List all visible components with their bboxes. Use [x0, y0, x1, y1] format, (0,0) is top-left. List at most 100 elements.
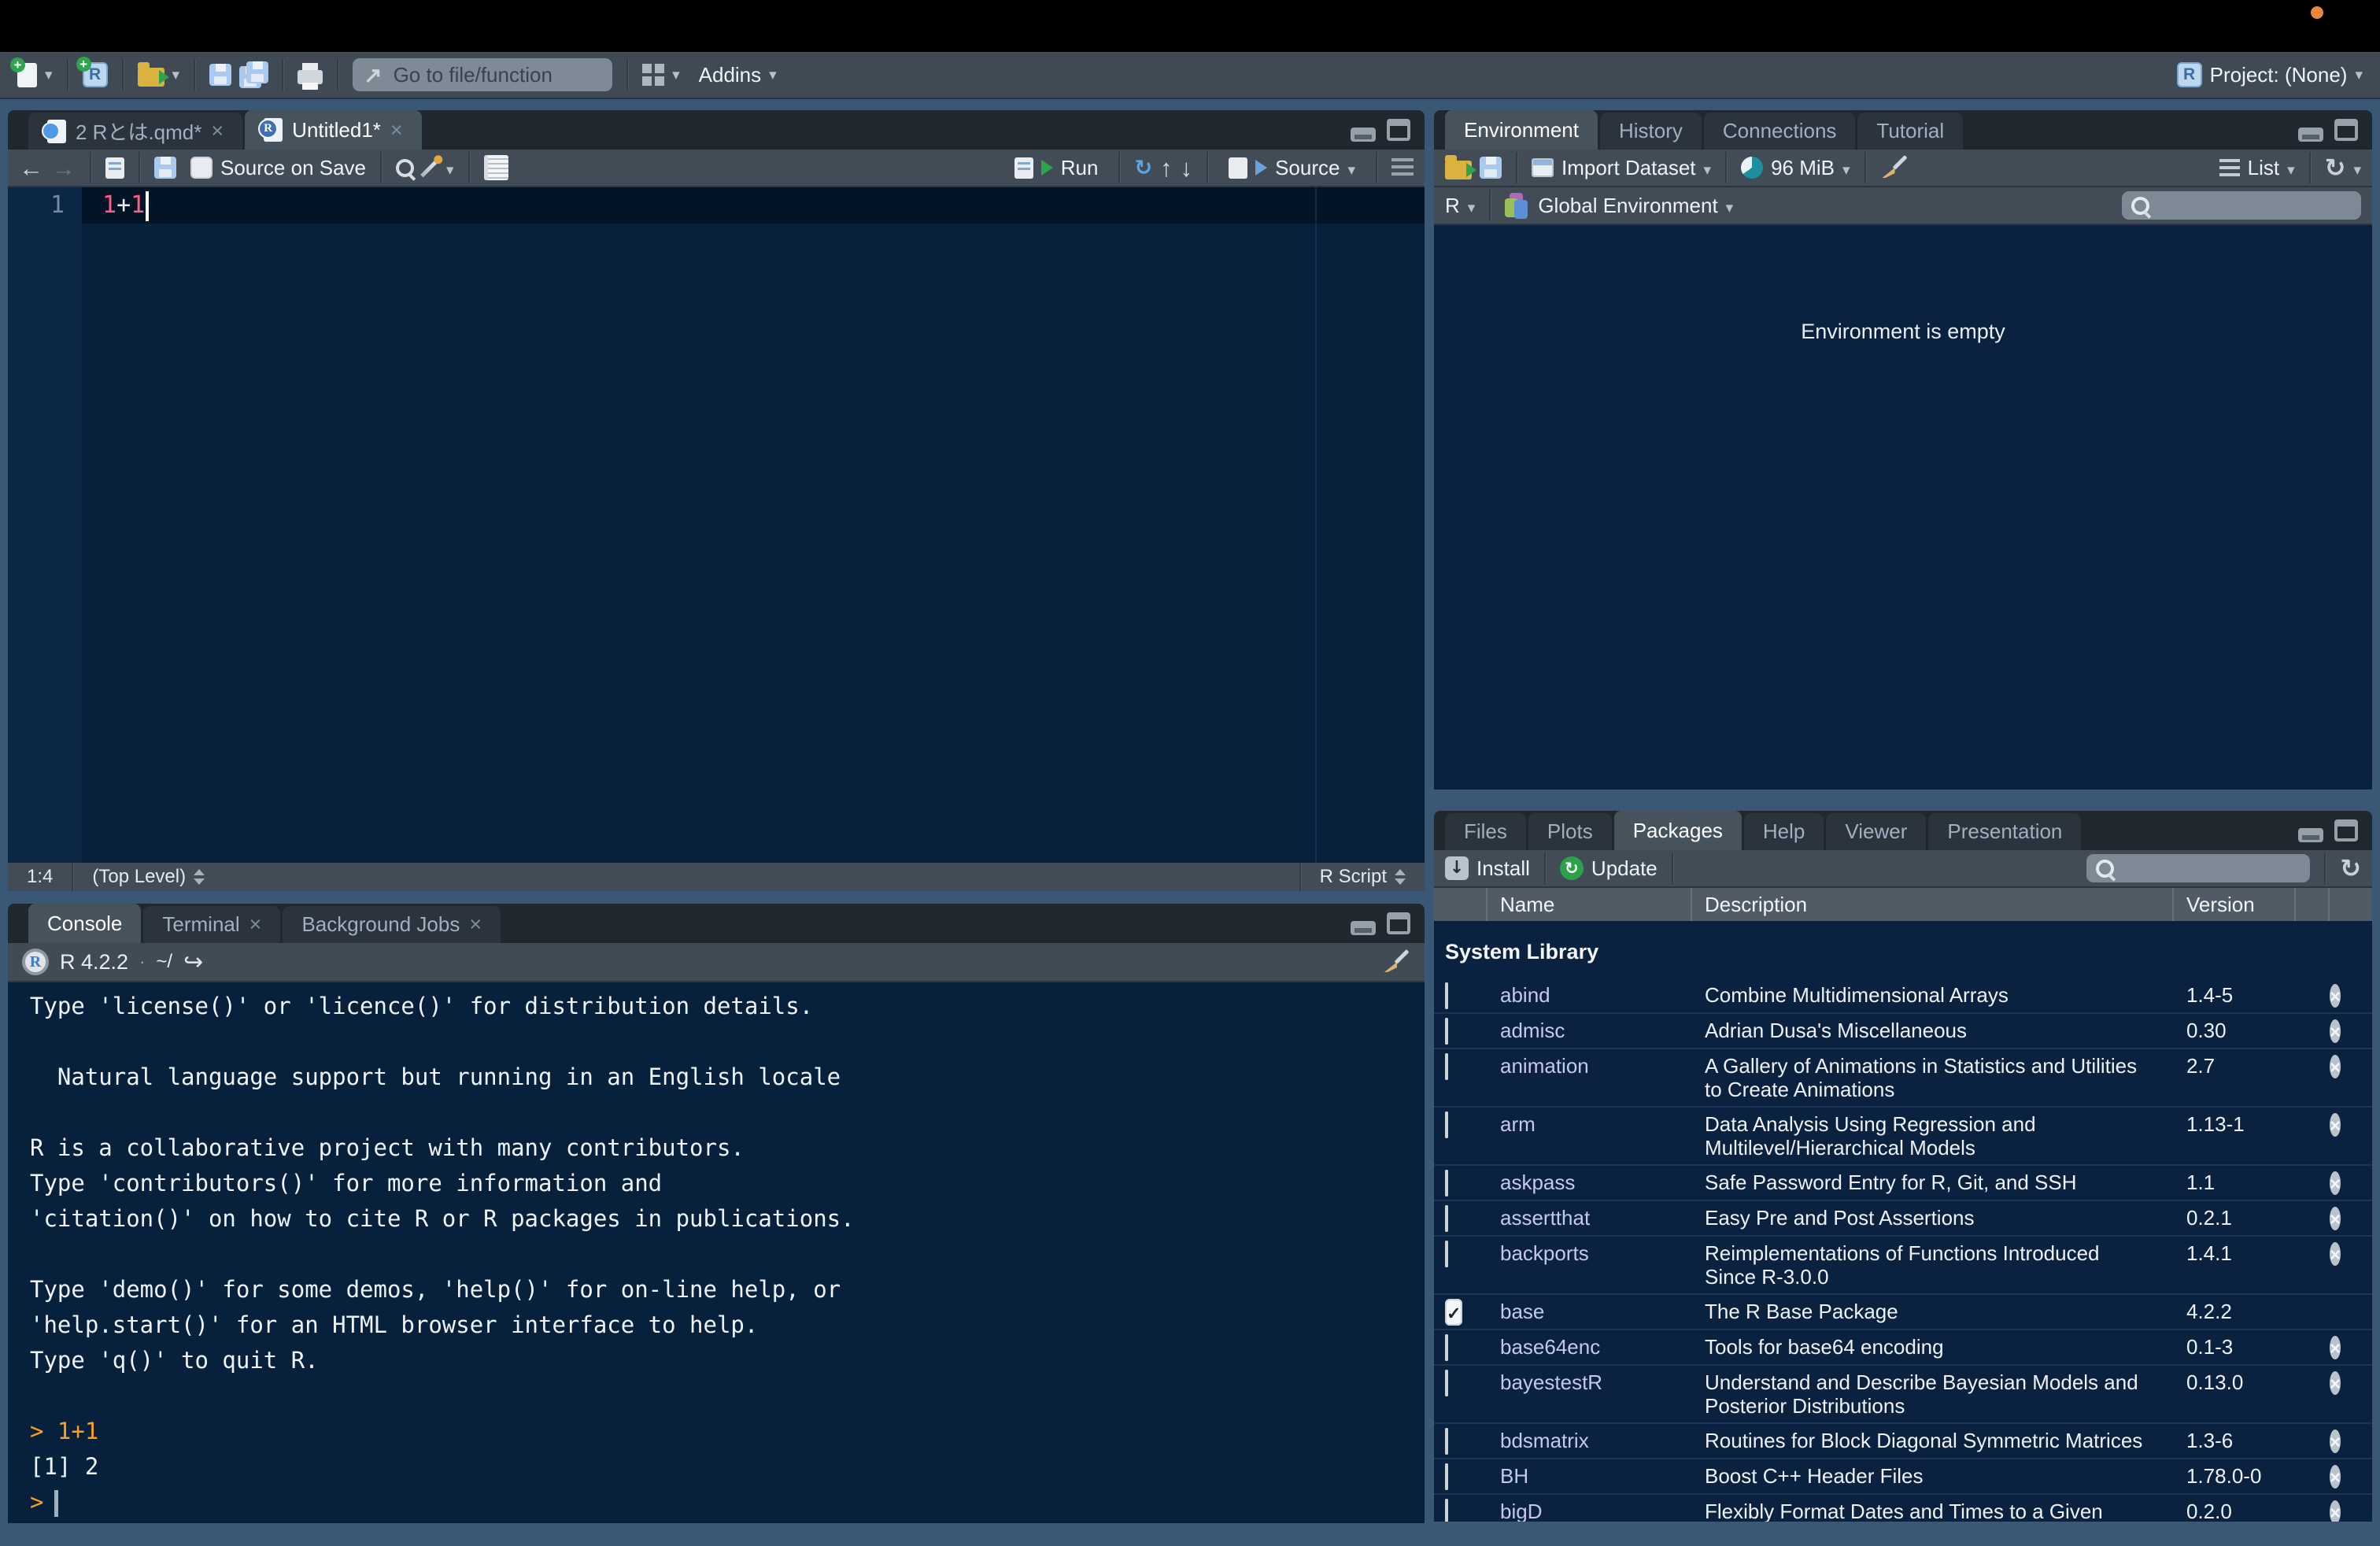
packages-search[interactable]	[2086, 854, 2310, 882]
package-loaded-checkbox[interactable]	[1445, 982, 1448, 1009]
package-name-link[interactable]: bigD	[1488, 1500, 1692, 1522]
update-button[interactable]: Update	[1591, 856, 1658, 881]
package-loaded-checkbox[interactable]	[1445, 1053, 1448, 1080]
rerun-icon[interactable]	[1134, 157, 1152, 179]
remove-package-icon[interactable]	[2330, 1429, 2341, 1453]
editor-line[interactable]: 1+1	[82, 187, 1425, 224]
tab-connections[interactable]: Connections	[1704, 113, 1856, 150]
package-loaded-checkbox[interactable]	[1445, 1463, 1448, 1490]
open-directory-icon[interactable]	[183, 949, 203, 976]
tab-background-jobs[interactable]: Background Jobs×	[283, 906, 501, 943]
package-loaded-checkbox[interactable]	[1445, 1334, 1448, 1361]
tab-files[interactable]: Files	[1445, 813, 1526, 850]
remove-package-icon[interactable]	[2330, 1113, 2341, 1137]
package-name-link[interactable]: admisc	[1488, 1019, 1692, 1042]
package-name-link[interactable]: assertthat	[1488, 1206, 1692, 1230]
save-icon[interactable]	[209, 64, 231, 86]
package-name-link[interactable]: arm	[1488, 1112, 1692, 1136]
document-outline-icon[interactable]	[1391, 158, 1414, 177]
package-name-link[interactable]: animation	[1488, 1054, 1692, 1078]
remove-package-icon[interactable]	[2330, 1336, 2341, 1359]
clear-workspace-icon[interactable]	[1880, 153, 1909, 182]
refresh-caret[interactable]	[2353, 156, 2361, 180]
tab-untitled1[interactable]: Untitled1*×	[245, 110, 422, 150]
open-recent-caret[interactable]	[172, 66, 180, 84]
package-loaded-checkbox[interactable]	[1445, 1428, 1448, 1455]
minimize-pane-icon[interactable]	[1351, 128, 1376, 142]
editor-code-area[interactable]: 1+1	[82, 187, 1425, 863]
addins-menu[interactable]: Addins	[699, 63, 762, 87]
open-in-new-window-icon[interactable]	[105, 157, 124, 179]
package-name-link[interactable]: backports	[1488, 1241, 1692, 1265]
package-loaded-checkbox[interactable]	[1445, 1170, 1448, 1196]
compile-report-icon[interactable]	[484, 155, 508, 180]
open-file-icon[interactable]	[138, 68, 164, 87]
close-tab-icon[interactable]: ×	[249, 914, 262, 935]
tab-console[interactable]: Console	[28, 904, 141, 943]
tab-history[interactable]: History	[1600, 113, 1702, 150]
package-name-link[interactable]: bayestestR	[1488, 1370, 1692, 1394]
minimize-pane-icon[interactable]	[2298, 828, 2323, 842]
tab-help[interactable]: Help	[1744, 813, 1824, 850]
package-name-link[interactable]: abind	[1488, 983, 1692, 1007]
remove-package-icon[interactable]	[2330, 984, 2341, 1008]
list-view-label[interactable]: List	[2248, 156, 2279, 180]
run-button[interactable]: Run	[1008, 151, 1105, 184]
remove-package-icon[interactable]	[2330, 1371, 2341, 1395]
tab-presentation[interactable]: Presentation	[1928, 813, 2081, 850]
tab-plots[interactable]: Plots	[1528, 813, 1612, 850]
save-source-icon[interactable]	[154, 157, 176, 179]
package-name-link[interactable]: bdsmatrix	[1488, 1429, 1692, 1452]
memory-usage-label[interactable]: 96 MiB	[1771, 156, 1835, 180]
import-dataset-button[interactable]: Import Dataset	[1561, 156, 1696, 180]
language-selector[interactable]: R	[1445, 194, 1460, 218]
package-loaded-checkbox[interactable]	[1445, 1018, 1448, 1045]
package-name-link[interactable]: BH	[1488, 1464, 1692, 1488]
refresh-packages-icon[interactable]	[2340, 856, 2361, 881]
environment-search[interactable]	[2122, 191, 2361, 220]
package-name-link[interactable]: base64enc	[1488, 1335, 1692, 1359]
forward-icon[interactable]: →	[51, 156, 76, 180]
minimize-pane-icon[interactable]	[2298, 128, 2323, 142]
minimize-pane-icon[interactable]	[1351, 921, 1376, 935]
tab-2-r-qmd[interactable]: 2 Rとは.qmd*×	[28, 113, 242, 150]
close-tab-icon[interactable]: ×	[390, 120, 403, 141]
run-next-icon[interactable]: ↓	[1181, 156, 1193, 180]
package-loaded-checkbox[interactable]	[1445, 1370, 1448, 1396]
tab-packages[interactable]: Packages	[1614, 811, 1742, 850]
project-menu-caret[interactable]	[2355, 66, 2363, 84]
code-tools-caret[interactable]	[446, 156, 454, 180]
package-loaded-checkbox[interactable]	[1445, 1241, 1448, 1267]
package-loaded-checkbox[interactable]	[1445, 1111, 1448, 1138]
file-type-selector[interactable]: R Script	[1301, 863, 1425, 891]
run-previous-icon[interactable]: ↑	[1160, 156, 1173, 180]
pane-layout-caret[interactable]	[672, 66, 680, 84]
memory-usage-caret[interactable]	[1842, 156, 1850, 180]
code-editor[interactable]: 1 1+1	[8, 187, 1425, 863]
package-name-link[interactable]: base	[1488, 1300, 1692, 1323]
console-output[interactable]: Type 'license()' or 'licence()' for dist…	[8, 982, 1425, 1523]
console-prompt[interactable]: >	[30, 1485, 1425, 1520]
remove-package-icon[interactable]	[2330, 1242, 2341, 1266]
remove-package-icon[interactable]	[2330, 1171, 2341, 1195]
language-caret[interactable]	[1468, 194, 1476, 218]
code-tools-icon[interactable]	[420, 158, 440, 178]
scope-selector[interactable]: (Top Level)	[73, 863, 224, 891]
save-workspace-icon[interactable]	[1480, 157, 1502, 179]
new-file-icon[interactable]	[17, 63, 37, 87]
remove-package-icon[interactable]	[2330, 1465, 2341, 1489]
goto-file-search[interactable]	[353, 58, 612, 91]
close-tab-icon[interactable]: ×	[469, 914, 482, 935]
tab-environment[interactable]: Environment	[1445, 110, 1598, 150]
remove-package-icon[interactable]	[2330, 1019, 2341, 1043]
maximize-pane-icon[interactable]	[1387, 912, 1410, 934]
maximize-pane-icon[interactable]	[1387, 119, 1410, 141]
back-icon[interactable]: ←	[19, 156, 43, 180]
find-replace-icon[interactable]	[396, 159, 414, 177]
import-dataset-caret[interactable]	[1704, 156, 1712, 180]
remove-package-icon[interactable]	[2330, 1207, 2341, 1230]
environment-scope-caret[interactable]	[1726, 194, 1734, 218]
refresh-environment-icon[interactable]	[2325, 155, 2346, 180]
tab-terminal[interactable]: Terminal×	[143, 906, 280, 943]
source-on-save-checkbox[interactable]	[190, 157, 213, 179]
